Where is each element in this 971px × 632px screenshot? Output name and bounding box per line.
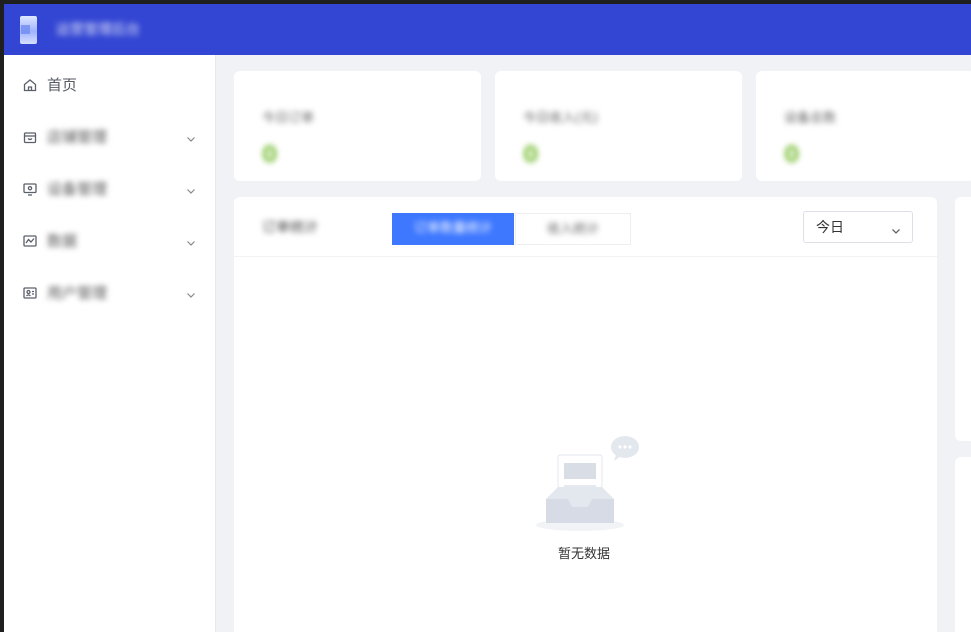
chart-icon — [22, 233, 38, 249]
top-header: 运营管理后台 — [4, 4, 971, 55]
stat-card: 今日订单 0 — [234, 71, 481, 181]
panel-title: 订单统计 — [262, 220, 318, 236]
stat-value: 0 — [523, 143, 539, 168]
tab-order-count[interactable]: 订单数量统计 — [392, 213, 514, 245]
stat-label: 设备总数 — [784, 111, 837, 126]
sidebar: 首页 店铺管理 设备管理 数据 用户管理 — [4, 55, 216, 632]
chevron-down-icon — [185, 286, 197, 298]
date-range-value: 今日 — [816, 220, 844, 236]
empty-inbox-icon — [534, 435, 654, 535]
sidebar-item-data[interactable]: 数据 — [4, 215, 216, 267]
sidebar-item-label: 店铺管理 — [47, 128, 108, 146]
sidebar-item-shop[interactable]: 店铺管理 — [4, 111, 216, 163]
order-stats-panel: 订单统计 订单数量统计 收入统计 今日 暂无数据 — [234, 197, 937, 632]
sidebar-item-user[interactable]: 用户管理 — [4, 267, 216, 319]
date-range-select[interactable]: 今日 — [803, 211, 913, 243]
tab-label: 收入统计 — [546, 222, 599, 237]
sidebar-item-device[interactable]: 设备管理 — [4, 163, 216, 215]
sidebar-item-label: 用户管理 — [47, 284, 108, 302]
chevron-down-icon — [185, 182, 197, 194]
home-icon — [22, 77, 38, 93]
monitor-icon — [22, 181, 38, 197]
stat-value: 0 — [784, 143, 800, 168]
empty-text: 暂无数据 — [557, 547, 610, 562]
chevron-down-icon — [185, 234, 197, 246]
shop-icon — [22, 129, 38, 145]
stat-value: 0 — [262, 143, 278, 168]
panel-header: 订单统计 订单数量统计 收入统计 今日 — [234, 197, 937, 257]
app-logo — [20, 16, 37, 44]
side-card — [955, 197, 971, 441]
app-frame: 运营管理后台 首页 店铺管理 设备管理 数据 用户管理 今日订单 0 今日收入(… — [4, 4, 971, 632]
stat-card: 设备总数 0 — [756, 71, 971, 181]
stat-label: 今日收入(元) — [523, 111, 599, 126]
sidebar-item-label: 数据 — [47, 232, 78, 250]
chevron-down-icon — [185, 130, 197, 142]
user-card-icon — [22, 285, 38, 301]
tab-label: 订单数量统计 — [413, 221, 492, 236]
app-title: 运营管理后台 — [56, 22, 140, 38]
stat-label: 今日订单 — [262, 111, 315, 126]
sidebar-item-label: 设备管理 — [47, 180, 108, 198]
side-card — [955, 457, 971, 632]
empty-state: 暂无数据 — [534, 435, 654, 565]
main-content: 今日订单 0 今日收入(元) 0 设备总数 0 订单统计 订单数量统计 收入统计… — [216, 55, 971, 632]
stat-card: 今日收入(元) 0 — [495, 71, 742, 181]
sidebar-item-home[interactable]: 首页 — [4, 59, 216, 111]
sidebar-item-label: 首页 — [47, 76, 78, 94]
chevron-down-icon — [890, 222, 902, 234]
tab-income[interactable]: 收入统计 — [515, 213, 631, 245]
